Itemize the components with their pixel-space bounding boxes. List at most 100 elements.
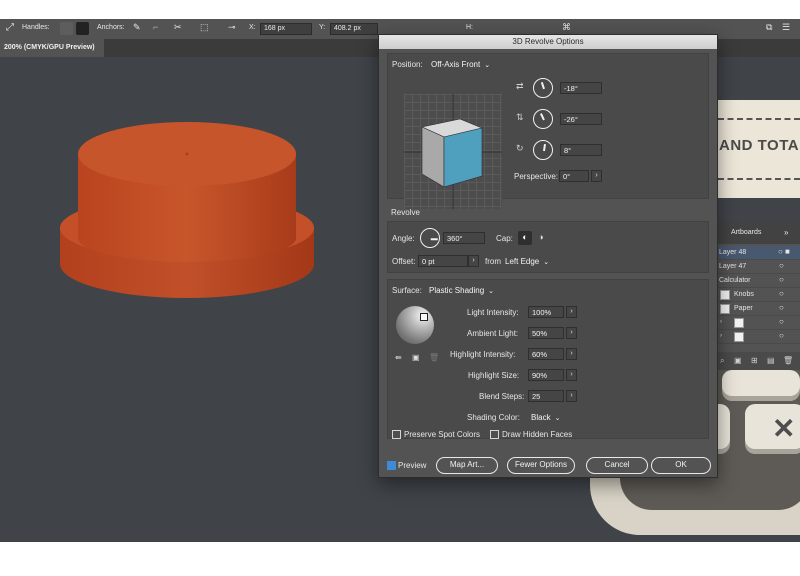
new-light-icon[interactable]: ▣ — [412, 353, 420, 362]
light-intensity-arrow[interactable]: › — [566, 306, 577, 318]
highlight-intensity-label: Highlight Intensity: — [450, 350, 516, 359]
shading-color-dropdown[interactable]: Black ⌄ — [531, 413, 560, 422]
position-dropdown[interactable]: Off-Axis Front ⌄ — [431, 60, 490, 69]
perspective-field[interactable]: 0° — [559, 170, 589, 182]
layer-target-icon[interactable]: ○ — [779, 261, 784, 270]
trash-icon[interactable]: 🗑 — [783, 356, 793, 365]
draw-hidden-checkbox[interactable] — [490, 430, 499, 439]
layer-row[interactable]: › ○ — [717, 316, 800, 330]
y-field[interactable]: 408.2 px — [330, 23, 378, 35]
layer-row[interactable]: Knobs ○ — [717, 288, 800, 302]
layer-row[interactable]: Layer 47 ○ — [717, 260, 800, 274]
blend-steps-arrow[interactable]: › — [566, 390, 577, 402]
preserve-spot-checkbox[interactable] — [392, 430, 401, 439]
remove-anchor-icon[interactable]: ✎ — [133, 22, 141, 33]
layer-target-icon[interactable]: ○ — [779, 303, 784, 312]
ambient-light-arrow[interactable]: › — [566, 327, 577, 339]
angle-field[interactable]: 360° — [443, 232, 485, 244]
layer-name: Knobs — [734, 291, 754, 298]
layer-thumbnail — [734, 332, 744, 342]
panel-more-icon[interactable]: » — [784, 228, 788, 237]
connect-anchor-icon[interactable]: ⌐ — [153, 22, 158, 32]
from-dropdown[interactable]: Left Edge ⌄ — [505, 257, 549, 266]
cut-path-icon[interactable]: ✂ — [174, 22, 182, 33]
layer-target-icon[interactable]: ○ — [779, 275, 784, 284]
y-rotation-field[interactable]: -26° — [560, 113, 602, 125]
surface-dropdown[interactable]: Plastic Shading ⌄ — [429, 286, 494, 295]
layer-target-icon[interactable]: ○ — [779, 289, 784, 298]
y-rotation-dial[interactable] — [533, 109, 553, 129]
delete-light-icon[interactable]: 🗑 — [429, 353, 439, 362]
highlight-size-arrow[interactable]: › — [566, 369, 577, 381]
ok-button[interactable]: OK — [651, 457, 711, 474]
layer-target-icon[interactable]: ○ ■ — [778, 247, 790, 256]
draw-hidden-label: Draw Hidden Faces — [502, 430, 573, 439]
cancel-button[interactable]: Cancel — [586, 457, 648, 474]
ambient-light-field[interactable]: 50% — [528, 327, 564, 339]
x-field[interactable]: 168 px — [260, 23, 312, 35]
light-intensity-field[interactable]: 100% — [528, 306, 564, 318]
transform-icon[interactable]: ⌘ — [562, 22, 571, 33]
receipt-dashed-line — [718, 178, 800, 180]
layer-row[interactable]: Paper ○ — [717, 302, 800, 316]
tab-artboards[interactable]: Artboards — [731, 229, 761, 236]
layer-row[interactable]: › ○ — [717, 330, 800, 344]
from-value: Left Edge — [505, 257, 540, 266]
move-light-back-icon[interactable]: ⇚ — [395, 353, 402, 362]
shading-color-value: Black — [531, 413, 551, 422]
highlight-intensity-arrow[interactable]: › — [566, 348, 577, 360]
expand-arrow-icon[interactable]: › — [720, 333, 722, 339]
offset-slider-arrow[interactable]: › — [468, 255, 479, 267]
clipping-mask-icon[interactable]: ▣ — [734, 356, 742, 365]
layer-row[interactable]: Layer 48 ○ ■ — [717, 246, 800, 260]
x-rotation-dial[interactable] — [533, 78, 553, 98]
z-rotation-dial[interactable] — [533, 140, 553, 160]
highlight-size-field[interactable]: 90% — [528, 369, 564, 381]
arrange-icon[interactable]: ⧉ — [766, 22, 772, 33]
align-anchors-icon[interactable]: ⊸ — [228, 22, 236, 33]
layer-row[interactable]: Calculator ○ — [717, 274, 800, 288]
h-label: H: — [466, 24, 473, 31]
chevron-down-icon: ⌄ — [484, 62, 491, 69]
lighting-sphere[interactable] — [396, 306, 434, 344]
surface-value: Plastic Shading — [429, 286, 485, 295]
angle-dial[interactable] — [420, 228, 440, 248]
handles-convert-icon[interactable] — [60, 22, 73, 35]
preserve-spot-label: Preserve Spot Colors — [404, 430, 481, 439]
z-rotation-field[interactable]: 8° — [560, 144, 602, 156]
isolate-icon[interactable]: ⬚ — [200, 22, 209, 33]
panel-menu-icon[interactable]: ☰ — [782, 22, 790, 33]
position-label: Position: — [392, 60, 423, 69]
selection-tool-icon[interactable]: ⤢ — [6, 22, 14, 33]
cap-on-icon[interactable]: ◐ — [518, 231, 532, 245]
cap-off-icon[interactable]: ◑ — [534, 231, 548, 245]
x-rotation-field[interactable]: -18° — [560, 82, 602, 94]
perspective-slider-arrow[interactable]: › — [591, 170, 602, 182]
layer-target-icon[interactable]: ○ — [779, 331, 784, 340]
expand-arrow-icon[interactable]: › — [720, 319, 722, 325]
locate-object-icon[interactable]: ⌕ — [720, 356, 724, 366]
blend-steps-field[interactable]: 25 — [528, 390, 564, 402]
new-sublayer-icon[interactable]: ⊞ — [751, 356, 758, 365]
document-tab[interactable]: 200% (CMYK/GPU Preview) — [0, 39, 104, 57]
handles-hide-icon[interactable] — [76, 22, 89, 35]
highlight-intensity-field[interactable]: 60% — [528, 348, 564, 360]
layer-target-icon[interactable]: ○ — [779, 317, 784, 326]
layer-thumbnail — [734, 318, 744, 328]
preview-label: Preview — [398, 461, 427, 470]
fewer-options-button[interactable]: Fewer Options — [507, 457, 575, 474]
track-cube — [404, 94, 502, 209]
map-art-button[interactable]: Map Art... — [436, 457, 498, 474]
multiply-key-label: ✕ — [772, 413, 796, 444]
shading-color-label: Shading Color: — [467, 413, 520, 422]
blend-steps-label: Blend Steps: — [479, 392, 525, 401]
offset-field[interactable]: 0 pt — [418, 255, 468, 267]
preview-checkbox[interactable] — [387, 461, 396, 470]
light-source-handle[interactable] — [420, 313, 428, 321]
revolved-3d-object[interactable] — [56, 120, 318, 305]
chevron-down-icon: ⌄ — [488, 288, 495, 295]
track-cube-preview[interactable] — [404, 94, 502, 209]
calculator-key — [722, 370, 800, 396]
surface-label: Surface: — [392, 286, 422, 295]
new-layer-icon[interactable]: ▤ — [767, 356, 775, 365]
